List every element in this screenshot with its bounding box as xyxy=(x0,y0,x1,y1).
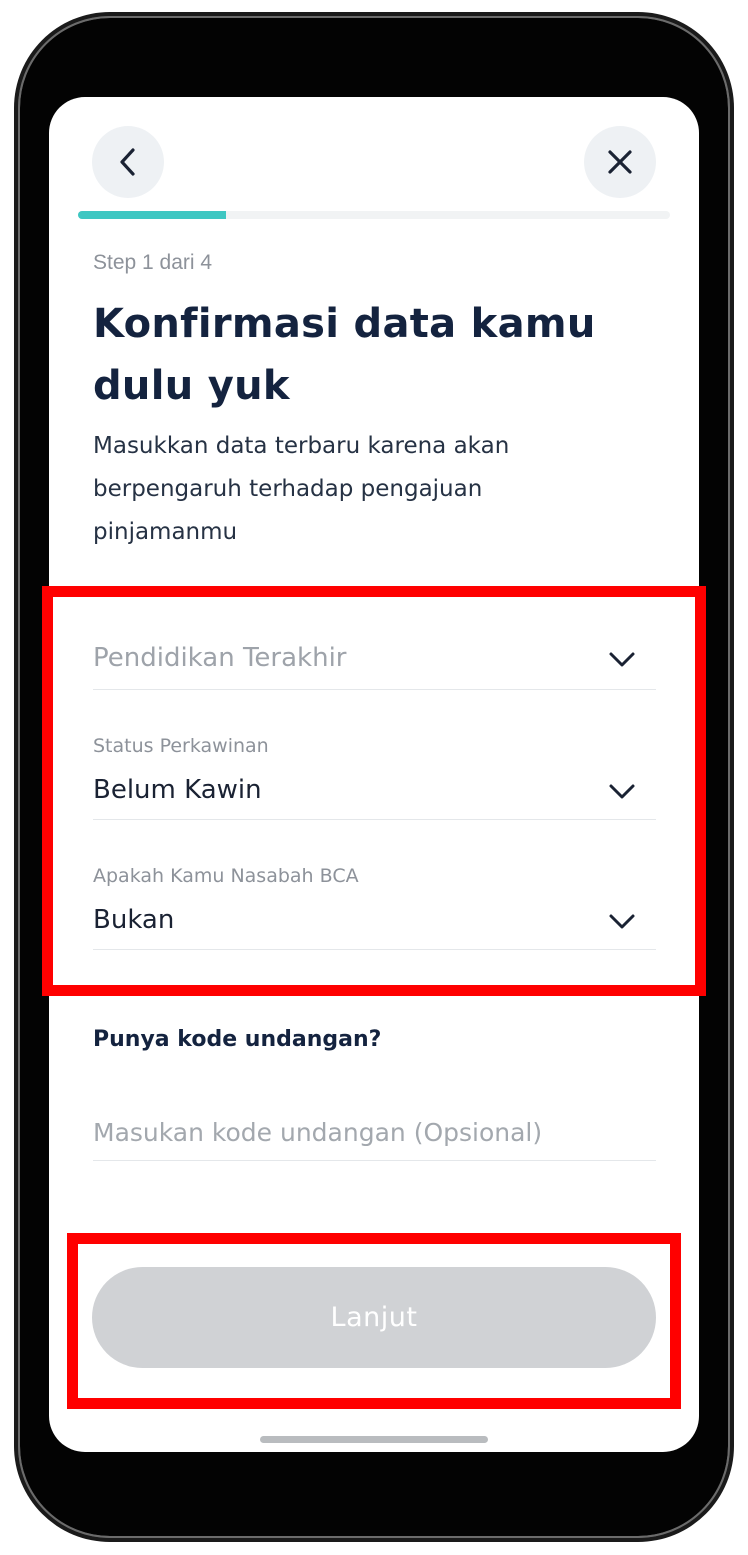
continue-button[interactable]: Lanjut xyxy=(92,1267,656,1368)
chevron-left-icon xyxy=(120,148,135,176)
bca-customer-select[interactable]: Apakah Kamu Nasabah BCA Bukan xyxy=(93,863,656,950)
invite-code-heading: Punya kode undangan? xyxy=(93,1027,382,1052)
chevron-down-icon xyxy=(609,784,635,799)
bca-customer-label: Apakah Kamu Nasabah BCA xyxy=(93,865,359,887)
bca-customer-value: Bukan xyxy=(93,905,175,935)
page-subtitle: Masukkan data terbaru karena akan berpen… xyxy=(93,433,510,545)
marital-status-value: Belum Kawin xyxy=(93,775,262,805)
home-indicator xyxy=(260,1436,488,1443)
chevron-down-icon xyxy=(609,914,635,929)
chevron-down-icon xyxy=(609,652,635,667)
education-select[interactable]: Pendidikan Terakhir xyxy=(93,633,656,690)
page-title: Konfirmasi data kamu dulu yuk xyxy=(93,301,596,409)
close-icon xyxy=(608,150,632,174)
marital-status-select[interactable]: Status Perkawinan Belum Kawin xyxy=(93,733,656,820)
close-button[interactable] xyxy=(584,126,656,198)
marital-status-label: Status Perkawinan xyxy=(93,735,269,757)
app-screen: Step 1 dari 4 Konfirmasi data kamu dulu … xyxy=(49,97,699,1452)
back-button[interactable] xyxy=(92,126,164,198)
education-select-placeholder: Pendidikan Terakhir xyxy=(93,643,347,673)
step-indicator: Step 1 dari 4 xyxy=(93,251,213,274)
progress-bar xyxy=(78,211,670,219)
progress-bar-fill xyxy=(78,211,226,219)
invite-code-input[interactable] xyxy=(93,1105,656,1161)
